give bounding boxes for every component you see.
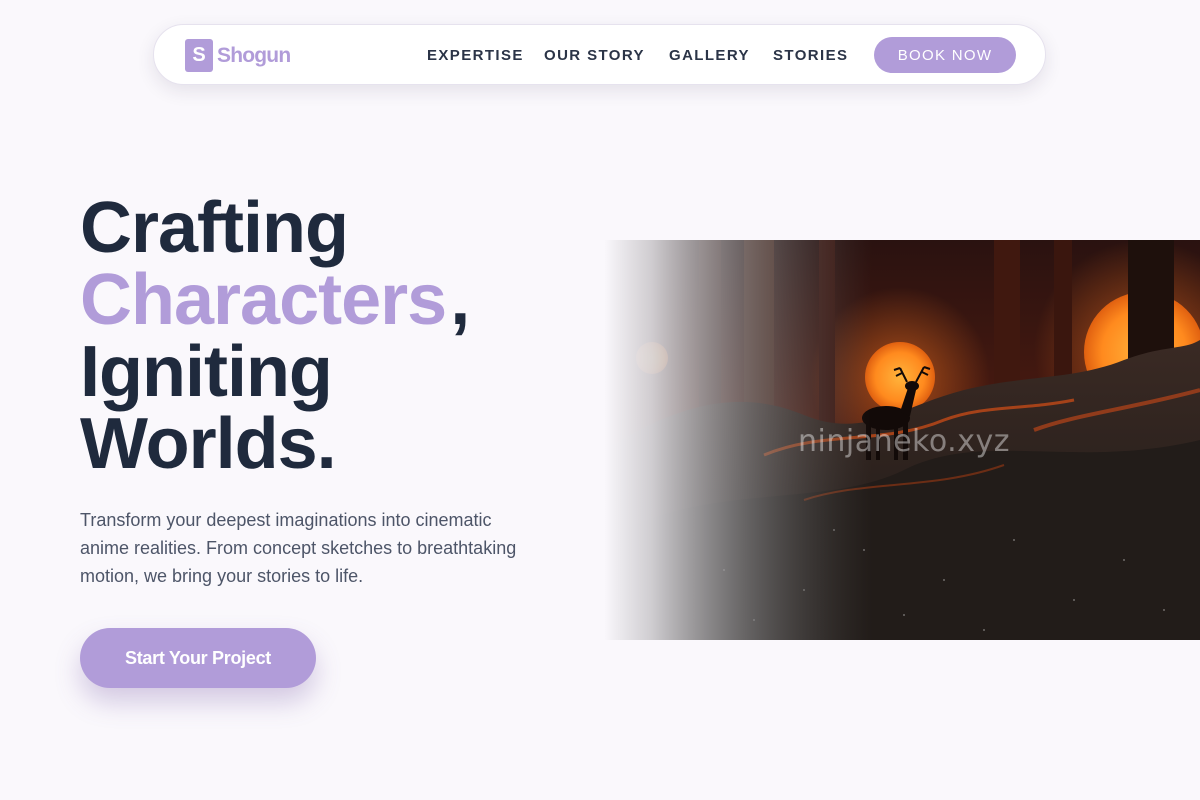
hero-description: Transform your deepest imaginations into… (80, 510, 517, 586)
hero-title: Crafting Characters, Igniting Worlds. (80, 188, 470, 484)
top-navbar: S Shogun EXPERTISE OUR STORY GALLERY STO… (153, 24, 1046, 85)
brand-logo[interactable]: S Shogun (185, 39, 291, 72)
hero-title-comma: , (450, 260, 470, 340)
start-project-button[interactable]: Start Your Project (80, 628, 316, 688)
hero-title-line-1: Crafting (80, 188, 349, 268)
nav-link-expertise[interactable]: EXPERTISE (427, 47, 524, 65)
logo-mark-icon: S (185, 39, 213, 72)
nav-link-gallery[interactable]: GALLERY (669, 47, 750, 65)
hero-title-line-4: Worlds. (80, 404, 337, 484)
nav-link-stories[interactable]: STORIES (773, 47, 848, 65)
hero-title-line-2: Characters, (80, 264, 470, 336)
nav-link-our-story[interactable]: OUR STORY (544, 47, 645, 65)
brand-name: Shogun (217, 43, 291, 67)
book-now-button[interactable]: BOOK NOW (874, 37, 1016, 73)
hero-title-line-3: Igniting (80, 332, 333, 412)
hero-image (604, 240, 1200, 640)
hero-title-accent: Characters (80, 260, 447, 340)
